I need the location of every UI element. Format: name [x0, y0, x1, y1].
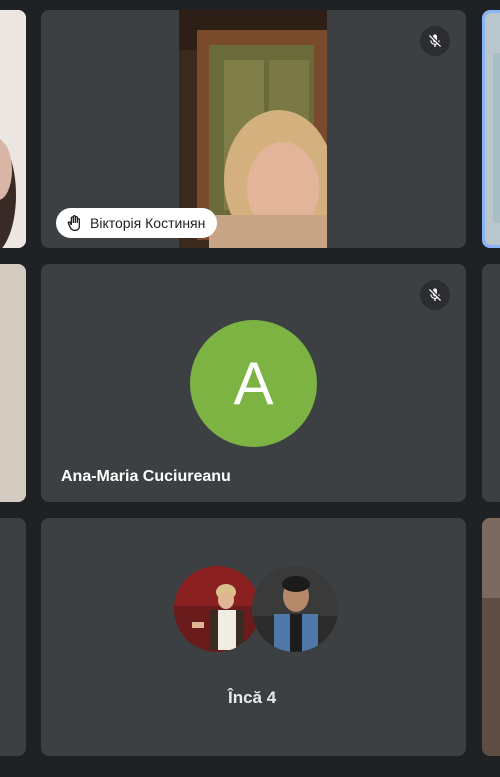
avatar: A	[190, 320, 317, 447]
mic-off-icon	[429, 288, 441, 301]
mic-off-indicator	[420, 280, 450, 310]
participant-thumbnail	[174, 566, 260, 652]
overflow-participants-tile[interactable]: Încă 4	[41, 518, 466, 756]
participant-tile-ana-maria[interactable]: A Ana-Maria Cuciureanu	[41, 264, 466, 502]
participant-tile-right-top[interactable]	[482, 10, 500, 248]
avatar-letter: A	[233, 350, 274, 417]
video-feed-left-mid	[0, 264, 26, 502]
participant-tile-right-mid[interactable]	[482, 264, 500, 502]
video-feed-right-top	[485, 13, 500, 245]
mic-off-icon	[429, 34, 441, 47]
thumbnail-image	[252, 566, 338, 652]
video-feed-left-top	[0, 10, 26, 248]
participant-tile-viktoriia[interactable]: Вікторія Костинян	[41, 10, 466, 248]
raised-hand-icon	[67, 215, 80, 231]
raised-hand-name-chip: Вікторія Костинян	[56, 208, 218, 238]
participant-tile-left-mid[interactable]	[0, 264, 26, 502]
participant-tile-left-bottom[interactable]	[0, 518, 26, 756]
video-feed-right-bottom	[482, 518, 500, 756]
participant-tile-right-bottom[interactable]	[482, 518, 500, 756]
participant-tile-left-top[interactable]	[0, 10, 26, 248]
participant-name: Вікторія Костинян	[90, 215, 206, 231]
mic-off-indicator	[420, 26, 450, 56]
participant-thumbnail	[252, 566, 338, 652]
thumbnail-image	[174, 566, 260, 652]
participant-name: Ana-Maria Cuciureanu	[61, 468, 231, 485]
overflow-count-label: Încă 4	[228, 688, 277, 707]
